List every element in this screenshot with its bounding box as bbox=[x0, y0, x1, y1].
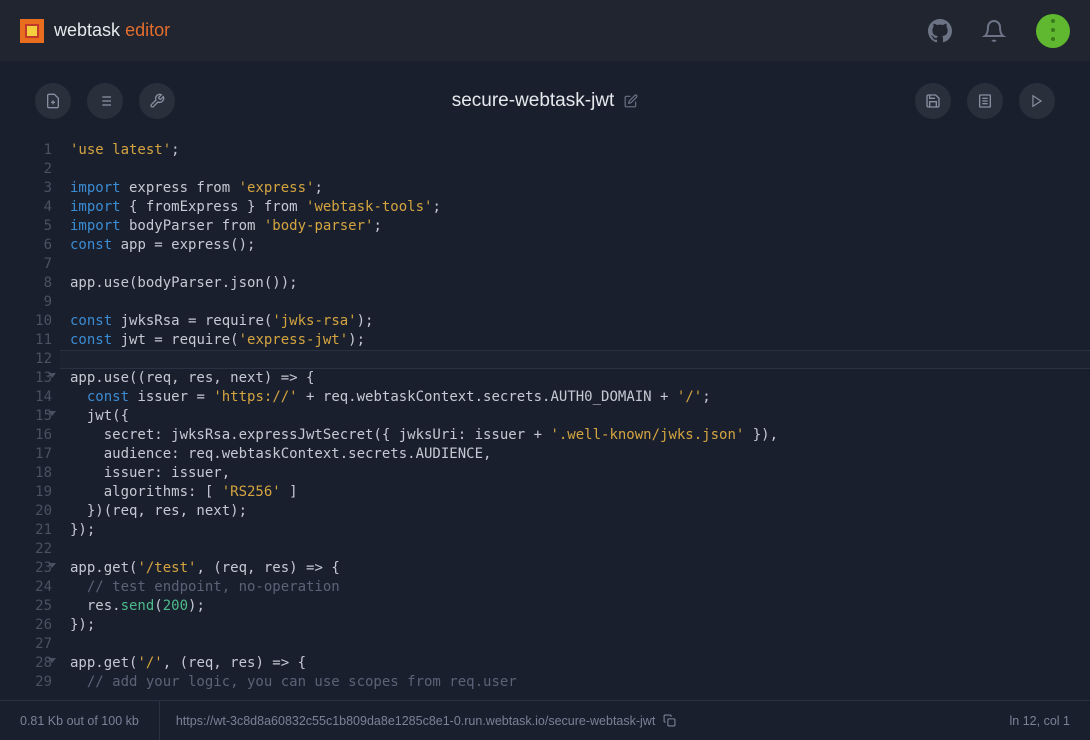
run-button[interactable] bbox=[1019, 83, 1055, 119]
list-button[interactable] bbox=[87, 83, 123, 119]
status-bar: 0.81 Kb out of 100 kb https://wt-3c8d8a6… bbox=[0, 700, 1090, 740]
bell-icon[interactable] bbox=[982, 19, 1006, 43]
status-url[interactable]: https://wt-3c8d8a60832c55c1b809da8e1285c… bbox=[160, 714, 990, 728]
toolbar: secure-webtask-jwt bbox=[0, 61, 1090, 141]
logo-icon bbox=[20, 19, 44, 43]
line-gutter: 1234567891011121314151617181920212223242… bbox=[0, 141, 60, 698]
logs-button[interactable] bbox=[967, 83, 1003, 119]
code-editor[interactable]: 1234567891011121314151617181920212223242… bbox=[0, 141, 1090, 698]
save-button[interactable] bbox=[915, 83, 951, 119]
logo[interactable]: webtask editor bbox=[20, 19, 170, 43]
avatar[interactable] bbox=[1036, 14, 1070, 48]
settings-button[interactable] bbox=[139, 83, 175, 119]
webtask-title[interactable]: secure-webtask-jwt bbox=[452, 90, 639, 112]
github-icon[interactable] bbox=[928, 19, 952, 43]
status-cursor: ln 12, col 1 bbox=[990, 714, 1090, 728]
status-size: 0.81 Kb out of 100 kb bbox=[0, 701, 160, 740]
edit-icon[interactable] bbox=[624, 94, 638, 108]
new-file-button[interactable] bbox=[35, 83, 71, 119]
logo-text: webtask editor bbox=[54, 20, 170, 41]
title-text: secure-webtask-jwt bbox=[452, 90, 615, 112]
app-header: webtask editor bbox=[0, 0, 1090, 61]
copy-icon[interactable] bbox=[663, 714, 676, 727]
code-area[interactable]: 'use latest';import express from 'expres… bbox=[60, 141, 1090, 698]
